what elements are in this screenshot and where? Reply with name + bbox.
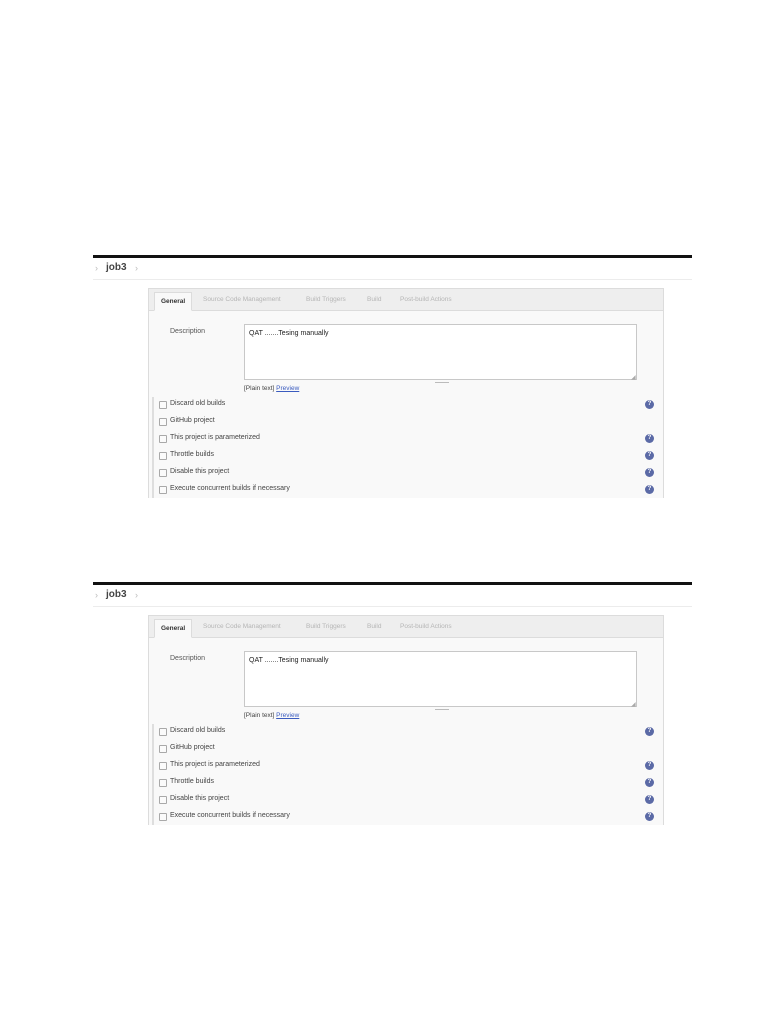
tab-source-code-management[interactable]: Source Code Management: [203, 296, 281, 303]
option-discard-old-builds[interactable]: Discard old builds ?: [159, 727, 659, 739]
option-label: GitHub project: [170, 417, 215, 424]
option-label: Execute concurrent builds if necessary: [170, 485, 290, 492]
breadcrumb: › job3 ›: [93, 585, 692, 607]
parameterized-checkbox[interactable]: [159, 762, 167, 770]
options-section-bar: [152, 397, 154, 498]
config-tabbar: General Source Code Management Build Tri…: [149, 616, 663, 638]
help-icon[interactable]: ?: [645, 795, 654, 804]
discard-old-builds-checkbox[interactable]: [159, 728, 167, 736]
textarea-grip[interactable]: [435, 709, 449, 710]
option-label: GitHub project: [170, 744, 215, 751]
disable-project-checkbox[interactable]: [159, 796, 167, 804]
concurrent-builds-checkbox[interactable]: [159, 486, 167, 494]
option-discard-old-builds[interactable]: Discard old builds ?: [159, 400, 659, 412]
option-throttle-builds[interactable]: Throttle builds ?: [159, 778, 659, 790]
description-label: Description: [170, 328, 206, 335]
description-label: Description: [170, 655, 206, 662]
jenkins-config-screenshot-1: › job3 › General Source Code Management …: [93, 255, 692, 498]
format-note: [Plain text] Preview: [244, 385, 299, 392]
option-label: Throttle builds: [170, 451, 214, 458]
option-label: This project is parameterized: [170, 434, 260, 441]
config-form: General Source Code Management Build Tri…: [148, 288, 664, 498]
help-icon[interactable]: ?: [645, 778, 654, 787]
help-icon[interactable]: ?: [645, 812, 654, 821]
option-concurrent-builds[interactable]: Execute concurrent builds if necessary ?: [159, 485, 659, 497]
breadcrumb-separator-icon: ›: [95, 590, 98, 600]
option-label: This project is parameterized: [170, 761, 260, 768]
disable-project-checkbox[interactable]: [159, 469, 167, 477]
concurrent-builds-checkbox[interactable]: [159, 813, 167, 821]
config-form: General Source Code Management Build Tri…: [148, 615, 664, 825]
description-textarea[interactable]: QAT .......Tesing manually: [244, 651, 637, 707]
breadcrumb-job-link[interactable]: job3: [106, 589, 127, 600]
help-icon[interactable]: ?: [645, 761, 654, 770]
option-disable-project[interactable]: Disable this project ?: [159, 795, 659, 807]
option-github-project[interactable]: GitHub project: [159, 417, 659, 429]
tab-build-triggers[interactable]: Build Triggers: [306, 623, 346, 630]
format-note: [Plain text] Preview: [244, 712, 299, 719]
description-textarea[interactable]: QAT .......Tesing manually: [244, 324, 637, 380]
option-disable-project[interactable]: Disable this project ?: [159, 468, 659, 480]
help-icon[interactable]: ?: [645, 400, 654, 409]
tab-post-build-actions[interactable]: Post-build Actions: [400, 623, 452, 630]
preview-link[interactable]: Preview: [276, 385, 299, 392]
option-label: Execute concurrent builds if necessary: [170, 812, 290, 819]
option-parameterized[interactable]: This project is parameterized ?: [159, 434, 659, 446]
help-icon[interactable]: ?: [645, 468, 654, 477]
option-parameterized[interactable]: This project is parameterized ?: [159, 761, 659, 773]
help-icon[interactable]: ?: [645, 451, 654, 460]
config-tabbar: General Source Code Management Build Tri…: [149, 289, 663, 311]
tab-build-triggers[interactable]: Build Triggers: [306, 296, 346, 303]
breadcrumb-menu-icon[interactable]: ›: [135, 590, 138, 600]
option-label: Discard old builds: [170, 727, 226, 734]
option-concurrent-builds[interactable]: Execute concurrent builds if necessary ?: [159, 812, 659, 824]
option-throttle-builds[interactable]: Throttle builds ?: [159, 451, 659, 463]
plain-text-label: [Plain text]: [244, 385, 275, 392]
help-icon[interactable]: ?: [645, 434, 654, 443]
option-label: Disable this project: [170, 468, 230, 475]
breadcrumb: › job3 ›: [93, 258, 692, 280]
resize-handle-icon[interactable]: ◢: [631, 701, 636, 708]
tab-build[interactable]: Build: [367, 296, 381, 303]
discard-old-builds-checkbox[interactable]: [159, 401, 167, 409]
resize-handle-icon[interactable]: ◢: [631, 374, 636, 381]
throttle-builds-checkbox[interactable]: [159, 779, 167, 787]
option-label: Discard old builds: [170, 400, 226, 407]
help-icon[interactable]: ?: [645, 485, 654, 494]
tab-post-build-actions[interactable]: Post-build Actions: [400, 296, 452, 303]
breadcrumb-menu-icon[interactable]: ›: [135, 263, 138, 273]
jenkins-config-screenshot-2: › job3 › General Source Code Management …: [93, 582, 692, 825]
breadcrumb-job-link[interactable]: job3: [106, 262, 127, 273]
github-project-checkbox[interactable]: [159, 745, 167, 753]
parameterized-checkbox[interactable]: [159, 435, 167, 443]
tab-source-code-management[interactable]: Source Code Management: [203, 623, 281, 630]
option-label: Disable this project: [170, 795, 230, 802]
option-github-project[interactable]: GitHub project: [159, 744, 659, 756]
tab-general[interactable]: General: [154, 292, 193, 311]
tab-build[interactable]: Build: [367, 623, 381, 630]
help-icon[interactable]: ?: [645, 727, 654, 736]
options-section-bar: [152, 724, 154, 825]
github-project-checkbox[interactable]: [159, 418, 167, 426]
breadcrumb-separator-icon: ›: [95, 263, 98, 273]
tab-general[interactable]: General: [154, 619, 193, 638]
preview-link[interactable]: Preview: [276, 712, 299, 719]
textarea-grip[interactable]: [435, 382, 449, 383]
plain-text-label: [Plain text]: [244, 712, 275, 719]
option-label: Throttle builds: [170, 778, 214, 785]
throttle-builds-checkbox[interactable]: [159, 452, 167, 460]
